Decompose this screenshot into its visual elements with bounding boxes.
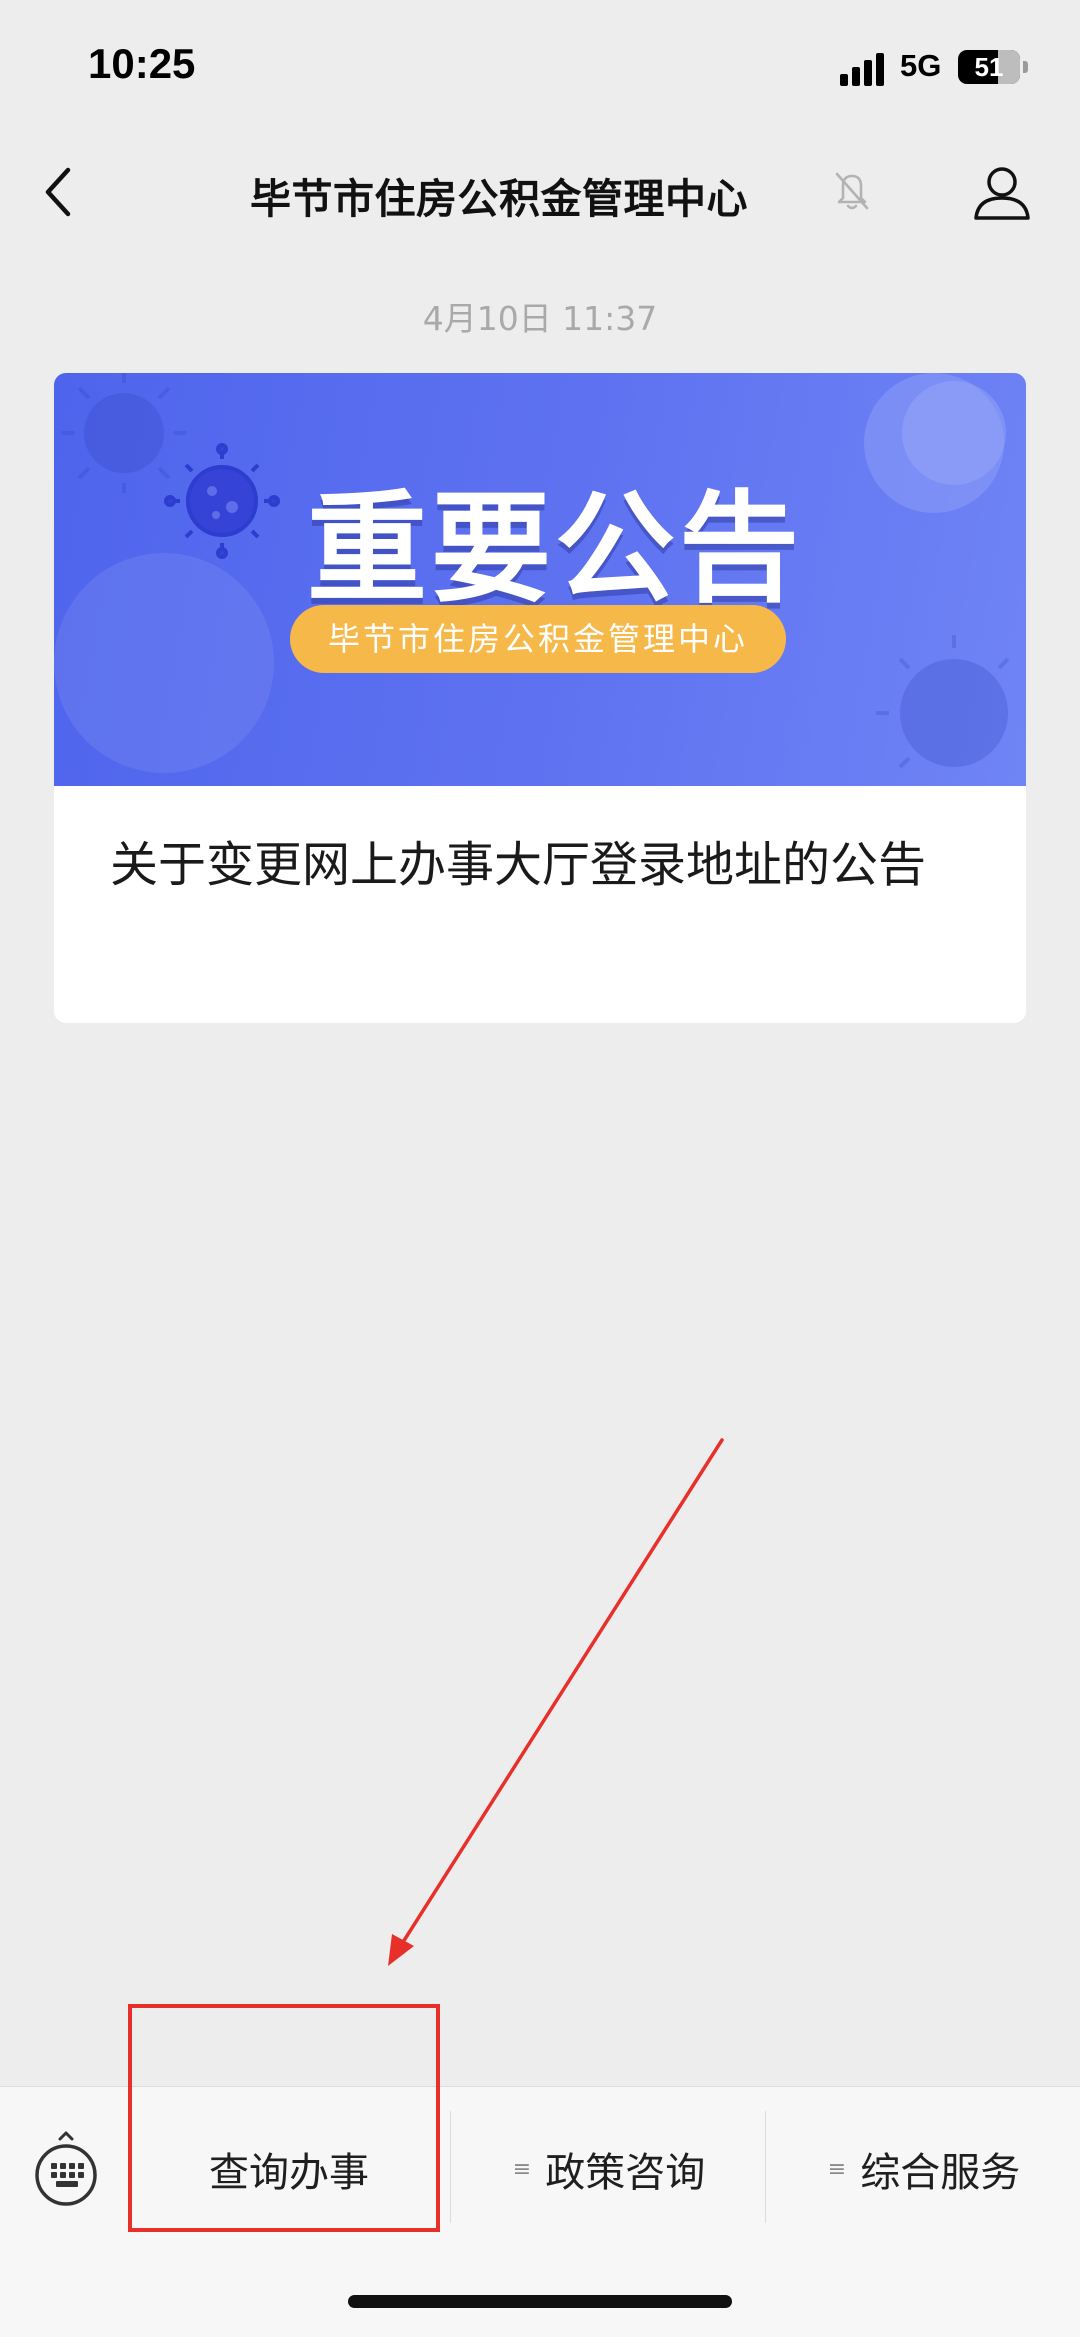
article-banner: 重要公告 毕节市住房公积金管理中心: [54, 373, 1026, 786]
bell-muted-icon: [835, 172, 869, 210]
menu-item-query[interactable]: 查询办事: [128, 2109, 450, 2229]
banner-heading: 重要公告: [307, 480, 803, 619]
person-icon[interactable]: [970, 160, 1034, 224]
battery-icon: 51: [958, 50, 1020, 84]
menu-label: 查询办事: [209, 2150, 369, 2196]
battery-level: 51: [974, 52, 1004, 82]
menu-divider: [765, 2111, 766, 2223]
annotation-arrow: [396, 1438, 724, 1952]
menu-label: 综合服务: [860, 2150, 1021, 2196]
chevron-left-icon[interactable]: [32, 160, 88, 224]
home-indicator[interactable]: [348, 2295, 732, 2308]
status-time: 10:25: [88, 40, 196, 87]
keyboard-icon[interactable]: [34, 2129, 98, 2209]
menu-list-icon: ≡: [827, 2156, 847, 2182]
annotation-overlay: [128, 1438, 724, 2232]
status-bar: 10:25 5G 51: [0, 0, 1080, 130]
signal-icon: [840, 53, 884, 86]
menu-label: 政策咨询: [545, 2150, 706, 2196]
battery-cap: [1023, 61, 1028, 73]
menu-item-services[interactable]: ≡ 综合服务: [768, 2109, 1080, 2229]
article-card[interactable]: 重要公告 毕节市住房公积金管理中心 关于变更网上办事大厅登录地址的公告: [54, 373, 1026, 1023]
annotation-arrowhead: [388, 1934, 414, 1966]
menu-list-icon: ≡: [512, 2156, 532, 2182]
article-title[interactable]: 关于变更网上办事大厅登录地址的公告: [110, 828, 980, 902]
message-timestamp: 4月10日 11:37: [422, 299, 658, 338]
menu-item-policy[interactable]: ≡ 政策咨询: [450, 2109, 768, 2229]
network-type: 5G: [900, 48, 942, 83]
banner-subtitle: 毕节市住房公积金管理中心: [290, 605, 786, 673]
page-title: 毕节市住房公积金管理中心: [250, 175, 748, 223]
